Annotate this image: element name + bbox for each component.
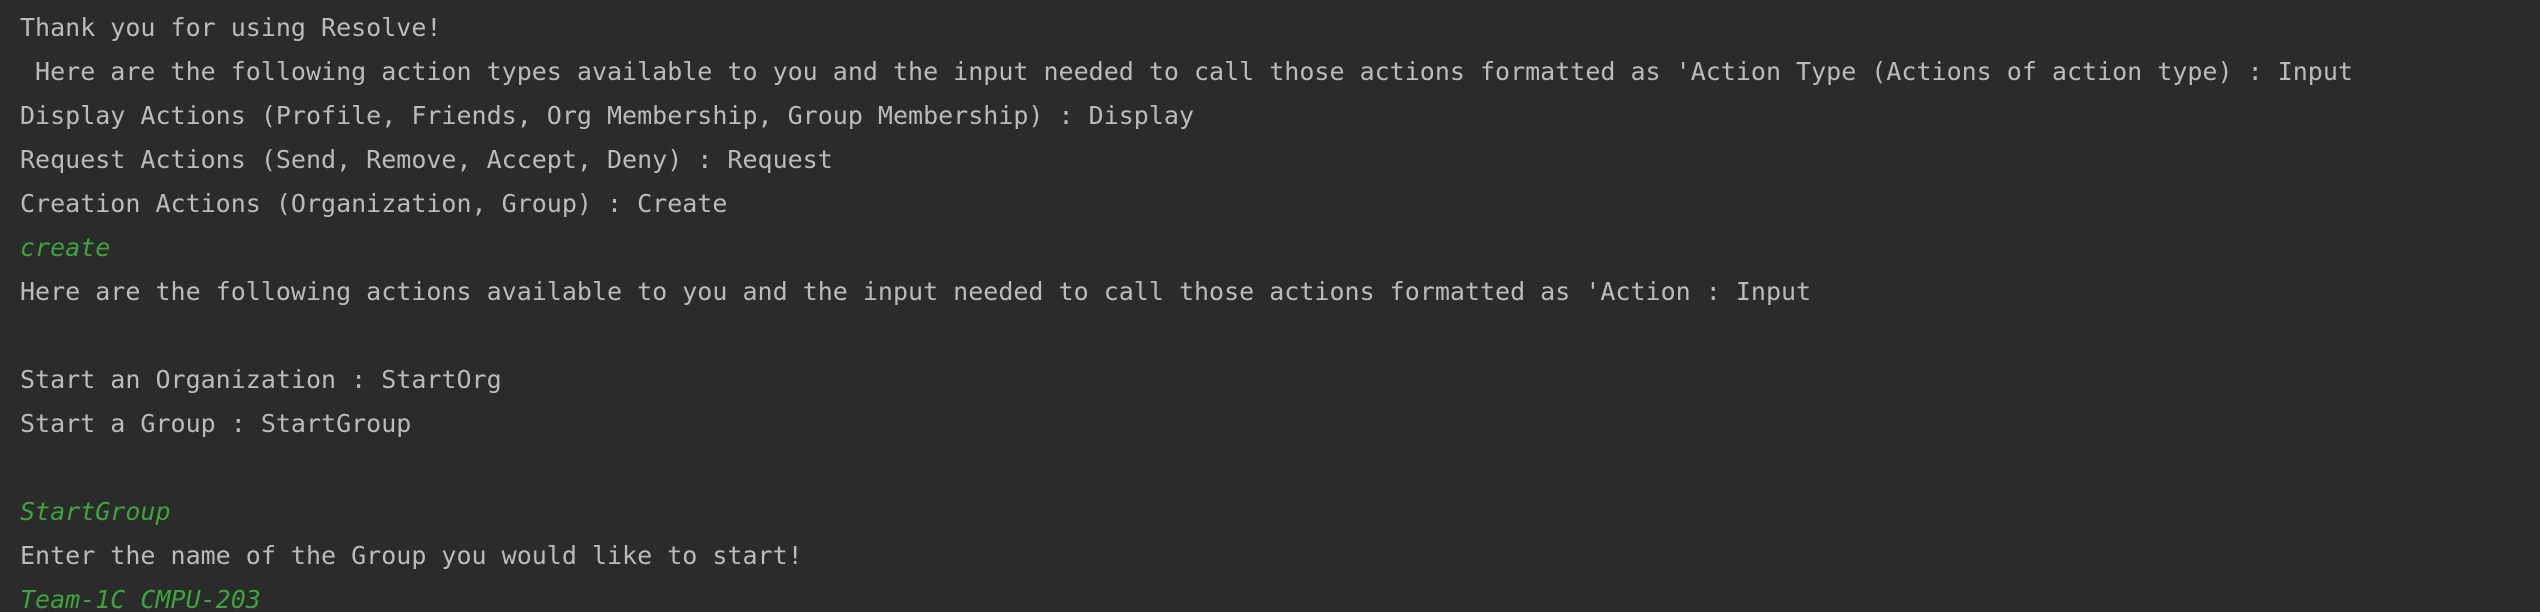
console-output-line: Display Actions (Profile, Friends, Org M… — [20, 101, 1194, 130]
console-output-line: Here are the following actions available… — [20, 277, 1812, 306]
run-console[interactable]: Thank you for using Resolve! Here are th… — [0, 0, 2540, 612]
console-user-input-line: create — [20, 233, 111, 262]
console-output-line: Start an Organization : StartOrg — [20, 365, 502, 394]
console-output-line: Creation Actions (Organization, Group) :… — [20, 189, 728, 218]
console-user-input-line: StartGroup — [20, 497, 171, 526]
console-user-input-line[interactable]: Team-1C CMPU-203 — [20, 578, 2540, 612]
console-output-line: Enter the name of the Group you would li… — [20, 541, 803, 570]
console-output-line: Here are the following action types avai… — [20, 57, 2353, 86]
console-output-line: Start a Group : StartGroup — [20, 409, 412, 438]
console-output-line: Request Actions (Send, Remove, Accept, D… — [20, 145, 833, 174]
console-output-line: Thank you for using Resolve! — [20, 13, 442, 42]
